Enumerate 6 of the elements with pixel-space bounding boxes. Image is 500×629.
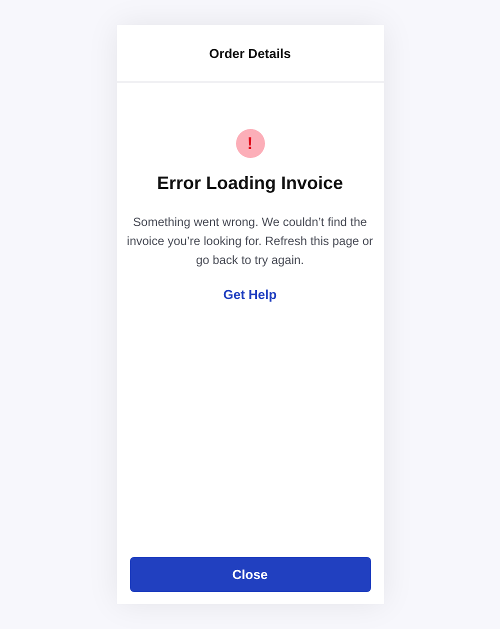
error-message: Something went wrong. We couldn’t find the invoice you’re looking for. Refresh this page or go back to try again. xyxy=(126,214,374,269)
dialog-title: Order Details xyxy=(209,46,291,60)
error-title: Error Loading Invoice xyxy=(156,173,344,194)
error-icon: ! xyxy=(236,129,264,158)
close-button[interactable]: Close xyxy=(130,557,370,592)
help-link[interactable]: Get Help xyxy=(223,287,277,302)
